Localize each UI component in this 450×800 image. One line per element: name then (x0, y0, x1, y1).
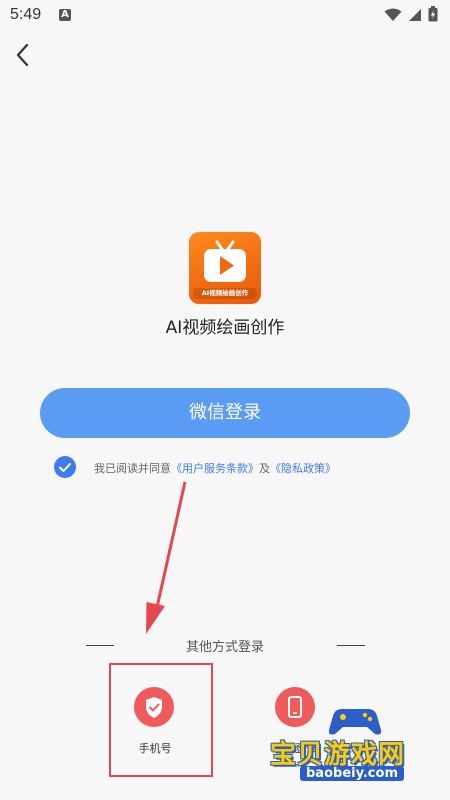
logo-caption: AI视频绘画创作 (193, 288, 257, 299)
local-option-label: 本机登录 (273, 742, 317, 755)
app-name: AI视频绘画创作 (165, 318, 285, 338)
a-notification-icon: A (59, 9, 71, 21)
user-terms-link[interactable]: 《用户服务条款》 (171, 462, 259, 475)
agreement-conjunction: 及 (259, 462, 270, 475)
divider-right (337, 645, 365, 646)
privacy-policy-link[interactable]: 《隐私政策》 (270, 462, 336, 475)
agreement-text: 我已阅读并同意《用户服务条款》及《隐私政策》 (94, 460, 336, 476)
battery-icon (428, 6, 438, 26)
cell-signal-icon (408, 7, 422, 26)
status-icons (384, 6, 438, 26)
other-login-title: 其他方式登录 (185, 640, 264, 655)
local-option-circle (275, 687, 315, 727)
phone-option-circle (134, 687, 174, 727)
wifi-icon (384, 7, 402, 26)
status-bar: 5:49 A (0, 0, 450, 32)
back-arrow-icon (16, 43, 29, 67)
agreement-checkbox[interactable] (54, 456, 76, 478)
login-screen: 5:49 A AI视频绘画创作 AI视频绘画创作 微信登录 我已阅读并同意《用户… (0, 0, 450, 800)
phone-login-option[interactable]: 手机号 (109, 663, 213, 777)
app-logo: AI视频绘画创作 (189, 232, 261, 304)
back-button[interactable] (10, 40, 36, 70)
status-time: 5:49 (10, 6, 42, 23)
phone-option-label: 手机号 (138, 742, 172, 755)
local-login-option[interactable]: 本机登录 (260, 683, 340, 773)
shield-check-icon (146, 697, 162, 718)
mobile-phone-icon (288, 696, 302, 718)
checkmark-icon (59, 463, 71, 472)
agreement-prefix: 我已阅读并同意 (94, 462, 171, 475)
wechat-login-button[interactable]: 微信登录 (40, 388, 410, 438)
